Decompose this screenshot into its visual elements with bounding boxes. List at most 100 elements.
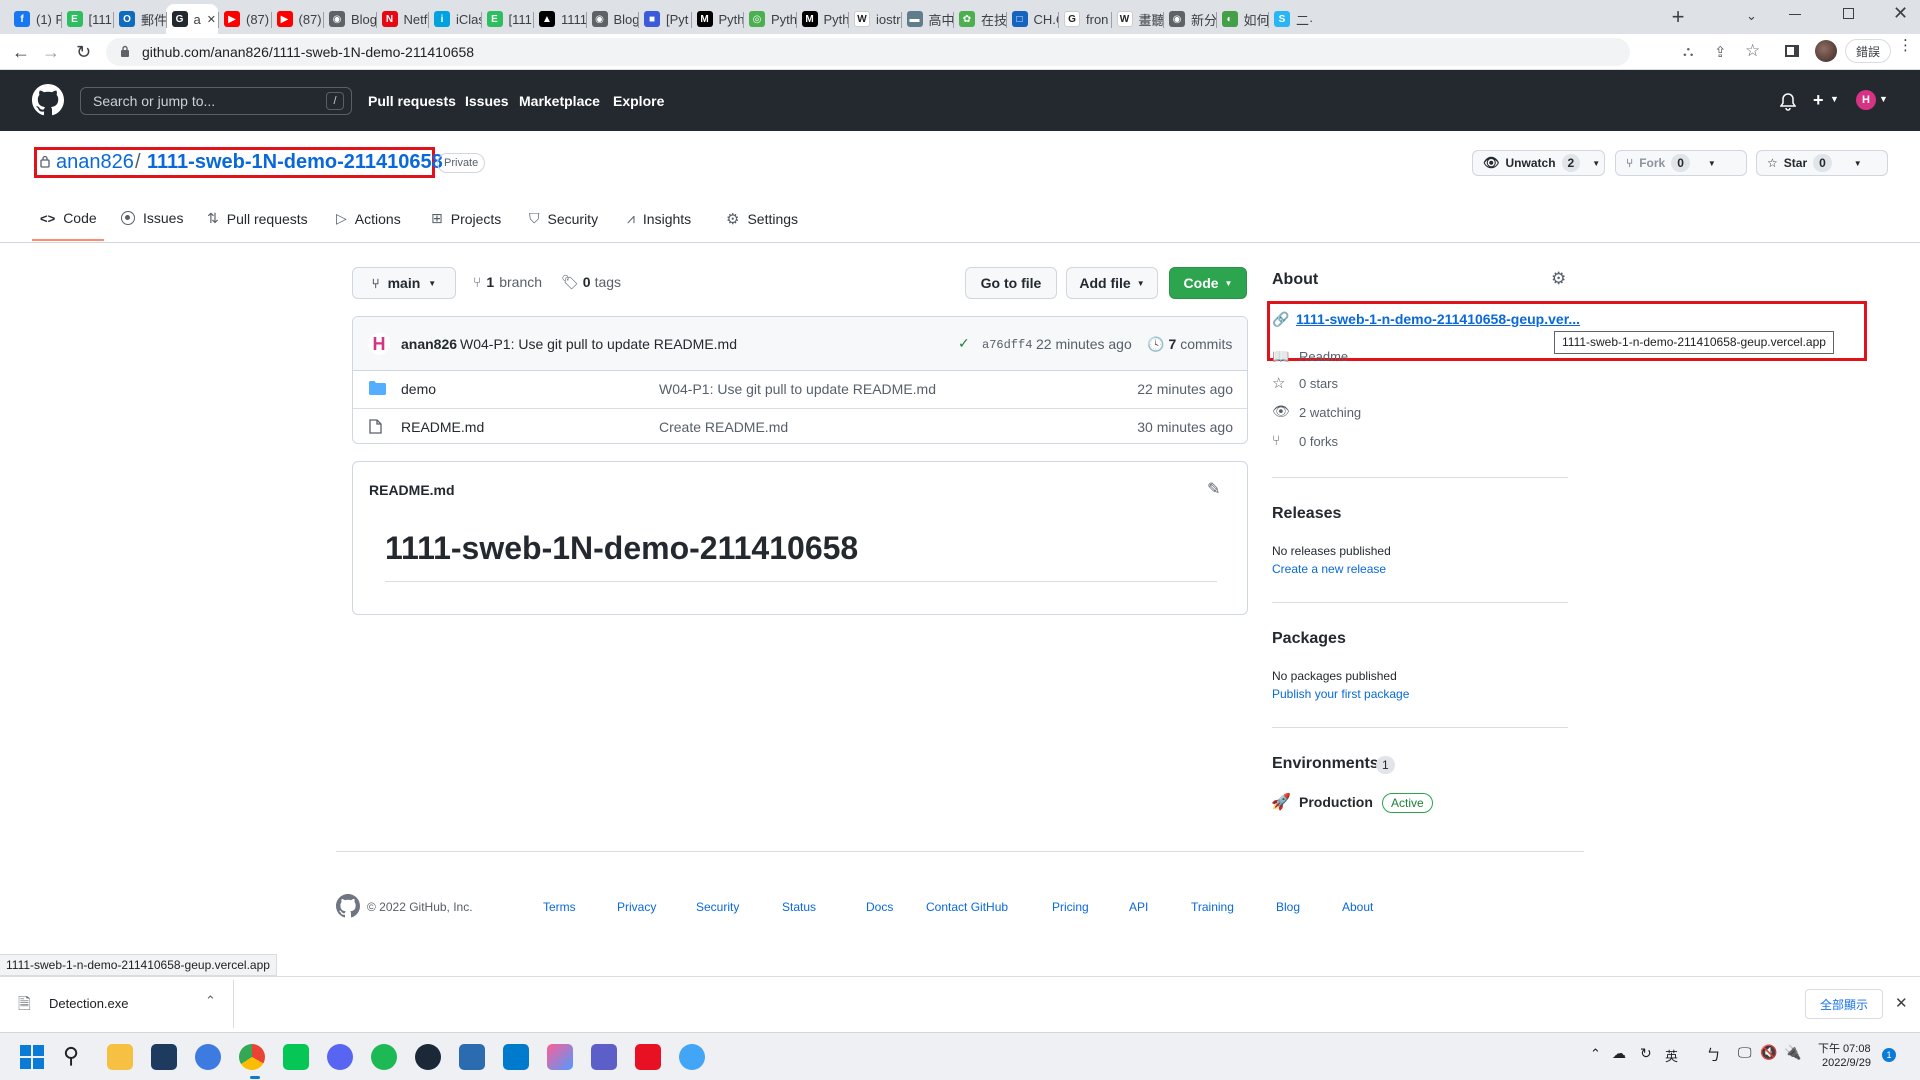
- edit-pencil-icon[interactable]: ✎: [1207, 479, 1220, 499]
- lock-icon[interactable]: [120, 45, 130, 57]
- commits-link[interactable]: 🕓 7 commits: [1147, 336, 1232, 353]
- restore-icon[interactable]: [1843, 8, 1854, 19]
- browser-tab[interactable]: Ga ✕: [165, 4, 218, 34]
- ime-mode-icon[interactable]: ㄅ: [1706, 1044, 1721, 1065]
- browser-tab[interactable]: E [111: [481, 4, 534, 34]
- environment-production-link[interactable]: Production: [1299, 794, 1373, 810]
- browser-tab[interactable]: ◐ 如何: [1216, 4, 1268, 34]
- tab-issues[interactable]: Issues: [121, 210, 183, 226]
- packages-title[interactable]: Packages: [1272, 630, 1346, 648]
- create-new-icon[interactable]: +: [1813, 90, 1824, 111]
- file-name-link[interactable]: demo: [401, 381, 436, 397]
- media-player-icon[interactable]: [459, 1044, 485, 1070]
- footer-link[interactable]: Training: [1191, 900, 1234, 914]
- footer-link[interactable]: Docs: [866, 900, 893, 914]
- footer-link[interactable]: Privacy: [617, 900, 656, 914]
- taskbar-search-icon[interactable]: ⚲: [63, 1043, 79, 1069]
- tags-link[interactable]: 🏷 0 tags: [561, 274, 621, 291]
- stars-link[interactable]: 0 stars: [1299, 376, 1338, 391]
- bookmark-star-icon[interactable]: ☆: [1745, 41, 1760, 61]
- tab-search-icon[interactable]: ⌄: [1746, 8, 1762, 24]
- nav-marketplace[interactable]: Marketplace: [519, 93, 600, 109]
- footer-link[interactable]: Contact GitHub: [926, 900, 1008, 914]
- teams-icon[interactable]: [591, 1044, 617, 1070]
- line-icon[interactable]: [283, 1044, 309, 1070]
- back-icon[interactable]: ←: [12, 42, 30, 63]
- footer-link[interactable]: Blog: [1276, 900, 1300, 914]
- repo-name-link[interactable]: 1111-sweb-1N-demo-211410658: [147, 151, 443, 174]
- new-tab-button[interactable]: +: [1664, 4, 1692, 32]
- minimize-icon[interactable]: [1789, 14, 1801, 15]
- close-window-icon[interactable]: ✕: [1893, 3, 1908, 24]
- clock-date[interactable]: 2022/9/29: [1822, 1057, 1871, 1069]
- onedrive-icon[interactable]: ☁: [1612, 1045, 1626, 1062]
- user-menu-caret-icon[interactable]: ▼: [1879, 94, 1888, 104]
- browser-tab[interactable]: Gfron: [1058, 4, 1111, 34]
- browser-menu-icon[interactable]: ⋮: [1898, 38, 1913, 53]
- notification-count-badge[interactable]: 1: [1882, 1048, 1896, 1062]
- file-name-link[interactable]: README.md: [401, 419, 484, 435]
- go-to-file-button[interactable]: Go to file: [965, 267, 1057, 299]
- user-avatar[interactable]: H: [1856, 90, 1876, 110]
- releases-title[interactable]: Releases: [1272, 505, 1341, 523]
- side-panel-icon[interactable]: [1785, 45, 1799, 57]
- footer-link[interactable]: Terms: [543, 900, 576, 914]
- create-new-caret-icon[interactable]: ▼: [1830, 94, 1839, 104]
- code-button[interactable]: Code ▼: [1169, 267, 1247, 299]
- nav-issues[interactable]: Issues: [465, 93, 509, 109]
- share-icon[interactable]: ⇪: [1714, 43, 1727, 61]
- website-link[interactable]: 1111-sweb-1-n-demo-211410658-geup.ver...: [1296, 311, 1580, 327]
- browser-tab[interactable]: Wiostr: [848, 4, 901, 34]
- show-all-downloads-button[interactable]: 全部顯示: [1805, 989, 1883, 1019]
- watching-link[interactable]: 2 watching: [1299, 405, 1361, 420]
- tab-pull-requests[interactable]: ⇅ Pull requests: [207, 210, 308, 227]
- notifications-bell-icon[interactable]: [1780, 93, 1796, 111]
- file-commit-message[interactable]: Create README.md: [659, 419, 788, 435]
- browser-tab[interactable]: ◉ Blog: [586, 4, 638, 34]
- browser-tab[interactable]: iiClas: [428, 4, 481, 34]
- commit-sha[interactable]: a76dff4: [982, 338, 1032, 352]
- nav-explore[interactable]: Explore: [613, 93, 664, 109]
- about-gear-icon[interactable]: ⚙: [1551, 269, 1566, 289]
- github-search-input[interactable]: Search or jump to... /: [80, 87, 352, 115]
- publish-package-link[interactable]: Publish your first package: [1272, 687, 1409, 701]
- tab-security[interactable]: ⛉ Security: [529, 210, 598, 227]
- app-icon[interactable]: [547, 1044, 573, 1070]
- nav-pull-requests[interactable]: Pull requests: [368, 93, 456, 109]
- tab-actions[interactable]: ▷ Actions: [336, 210, 401, 227]
- tab-code[interactable]: <> Code: [40, 210, 97, 226]
- browser-tab[interactable]: M Pyth: [796, 4, 848, 34]
- readme-link[interactable]: Readme: [1299, 349, 1348, 364]
- browser-tab[interactable]: ◉ Blog: [323, 4, 376, 34]
- branches-link[interactable]: ⑂ 1 branch: [473, 274, 542, 290]
- app-icon[interactable]: [679, 1044, 705, 1070]
- browser-tab[interactable]: N Netf: [376, 4, 429, 34]
- browser-tab[interactable]: f (1) F: [8, 4, 61, 34]
- sync-icon[interactable]: ↻: [1640, 1045, 1652, 1062]
- fork-button[interactable]: ⑂ Fork 0 ▼: [1615, 150, 1747, 176]
- environments-title[interactable]: Environments: [1272, 755, 1379, 773]
- steam-icon[interactable]: [415, 1044, 441, 1070]
- snipping-tool-icon[interactable]: [635, 1044, 661, 1070]
- footer-link[interactable]: About: [1342, 900, 1373, 914]
- close-tab-icon[interactable]: ✕: [207, 13, 216, 26]
- close-download-shelf-icon[interactable]: ✕: [1895, 994, 1908, 1012]
- footer-link[interactable]: Security: [696, 900, 739, 914]
- browser-tab[interactable]: M Pyth: [691, 4, 743, 34]
- download-item[interactable]: 🗎 Detection.exe ⌃: [0, 980, 234, 1028]
- file-commit-message[interactable]: W04-P1: Use git pull to update README.md: [659, 381, 936, 397]
- browser-tab[interactable]: ▶ (87): [218, 4, 271, 34]
- volume-muted-icon[interactable]: 🔇: [1760, 1044, 1777, 1061]
- tab-insights[interactable]: ⩘ Insights: [627, 210, 691, 227]
- browser-tab[interactable]: ◎ Pyth: [743, 4, 796, 34]
- github-logo-icon[interactable]: [32, 84, 64, 116]
- network-icon[interactable]: 🖵: [1738, 1044, 1752, 1061]
- ime-language[interactable]: 英: [1665, 1046, 1678, 1065]
- readme-filename[interactable]: README.md: [369, 482, 455, 498]
- commit-author[interactable]: anan826: [401, 336, 457, 352]
- author-avatar[interactable]: H: [368, 333, 390, 355]
- browser-tab[interactable]: W 畫聽: [1111, 4, 1163, 34]
- clock-time[interactable]: 下午 07:08: [1818, 1040, 1871, 1056]
- footer-link[interactable]: Pricing: [1052, 900, 1089, 914]
- tab-settings[interactable]: ⚙ Settings: [726, 210, 798, 228]
